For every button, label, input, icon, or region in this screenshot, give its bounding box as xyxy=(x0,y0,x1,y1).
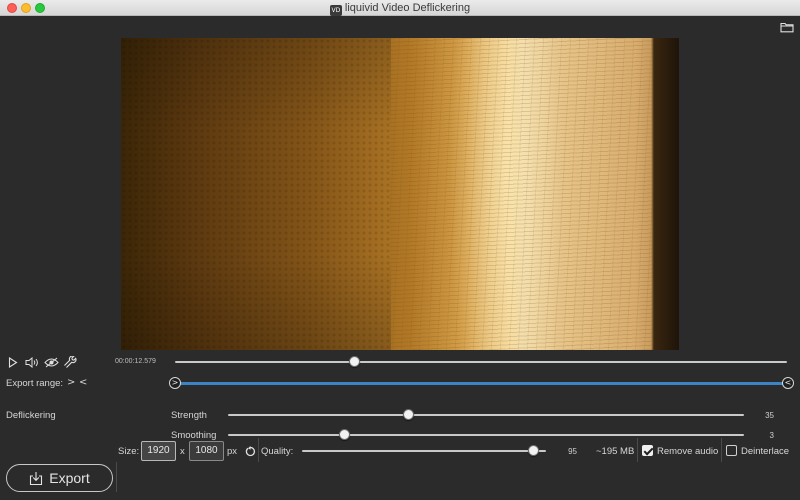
range-end-handle[interactable]: < xyxy=(782,377,794,389)
deinterlace-checkbox[interactable] xyxy=(726,445,737,456)
set-range-end-button[interactable]: < xyxy=(79,377,87,388)
size-label: Size: xyxy=(118,446,140,457)
divider xyxy=(637,438,638,462)
size-unit-label: px xyxy=(227,446,238,457)
window-title-group: VD liquivid Video Deflickering xyxy=(0,1,800,16)
remove-audio-checkbox[interactable] xyxy=(642,445,653,456)
divider xyxy=(116,462,117,492)
smoothing-label: Smoothing xyxy=(171,430,217,441)
set-range-start-button[interactable]: > xyxy=(67,377,75,388)
remove-audio-label[interactable]: Remove audio xyxy=(657,446,718,457)
export-button-label: Export xyxy=(49,470,90,486)
window-title: liquivid Video Deflickering xyxy=(344,2,471,14)
strength-track xyxy=(228,414,744,416)
quality-slider[interactable] xyxy=(302,444,546,458)
width-input[interactable]: 1920 xyxy=(141,441,176,461)
folder-open-icon[interactable] xyxy=(780,20,794,33)
deflickering-section-label: Deflickering xyxy=(6,410,56,421)
video-frame-wall xyxy=(121,38,391,350)
export-range-label: Export range: xyxy=(6,378,64,389)
eye-slash-icon[interactable] xyxy=(43,355,59,369)
seek-knob[interactable] xyxy=(349,356,361,367)
video-preview xyxy=(121,38,679,350)
wrench-icon[interactable] xyxy=(62,355,78,369)
seek-slider[interactable] xyxy=(175,355,787,369)
quality-knob[interactable] xyxy=(528,445,540,456)
seek-track xyxy=(175,361,787,363)
divider xyxy=(258,438,259,462)
range-start-handle[interactable]: > xyxy=(169,377,181,389)
divider xyxy=(721,438,722,462)
video-frame-lampshade xyxy=(390,38,653,350)
reset-size-icon[interactable] xyxy=(242,444,258,458)
smoothing-knob[interactable] xyxy=(338,429,350,440)
smoothing-value: 3 xyxy=(769,431,774,440)
smoothing-track xyxy=(228,434,744,436)
estimated-file-size: ~195 MB xyxy=(596,446,635,457)
smoothing-slider[interactable] xyxy=(228,428,744,442)
quality-track xyxy=(302,450,546,452)
export-button[interactable]: Export xyxy=(6,464,113,492)
strength-knob[interactable] xyxy=(403,409,415,420)
export-range-track[interactable] xyxy=(175,382,788,385)
play-icon[interactable] xyxy=(5,355,21,369)
strength-label: Strength xyxy=(171,410,207,421)
quality-value: 95 xyxy=(568,447,577,456)
speaker-icon[interactable] xyxy=(24,355,40,369)
strength-slider[interactable] xyxy=(228,408,744,422)
deinterlace-label[interactable]: Deinterlace xyxy=(741,446,789,457)
timecode: 00:00:12.579 xyxy=(115,358,156,365)
app-icon: VD xyxy=(329,5,342,16)
quality-label: Quality: xyxy=(261,446,294,457)
size-times-label: x xyxy=(180,446,185,457)
title-bar: VD liquivid Video Deflickering xyxy=(0,0,800,16)
strength-value: 35 xyxy=(765,411,774,420)
export-download-icon xyxy=(30,471,43,485)
height-input[interactable]: 1080 xyxy=(189,441,224,461)
